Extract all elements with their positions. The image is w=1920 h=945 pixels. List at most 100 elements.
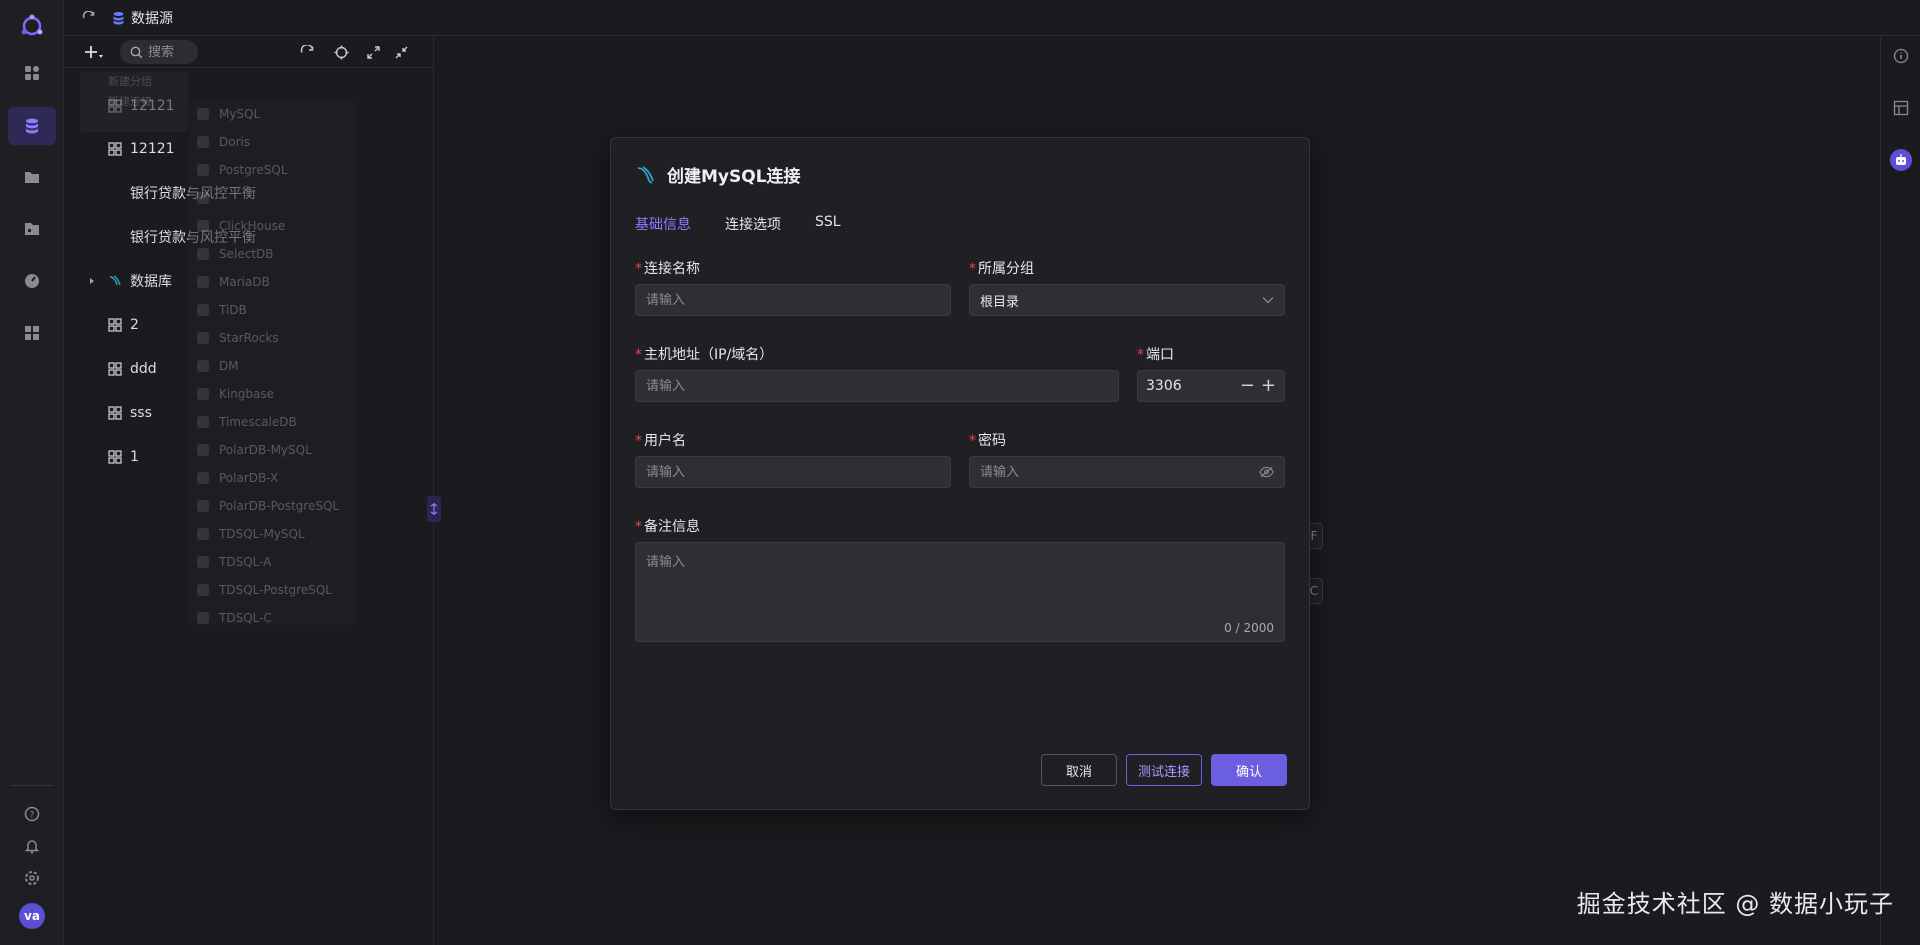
port-increment-button[interactable]: + (1261, 377, 1276, 395)
tree-node-label: 12121 (130, 141, 175, 157)
watermark: 掘金技术社区 @ 数据小玩子 (1576, 890, 1894, 918)
tab-basic-info[interactable]: 基础信息 (635, 214, 691, 234)
dialog-title: 创建MySQL连接 (635, 162, 801, 187)
username-label: * 用户名 (635, 433, 686, 449)
add-icon[interactable] (82, 42, 106, 62)
host-input[interactable] (646, 378, 1108, 394)
right-rail (1880, 36, 1920, 945)
ghost-list-item: TiDB (189, 296, 355, 324)
group-select[interactable]: 根目录 (969, 284, 1285, 316)
dashboard-icon[interactable] (17, 266, 47, 296)
chevron-down-icon (1262, 297, 1274, 304)
app-root: ? va 数据源 搜索 12121 数据库 2 ddd sss 1 新建分组 新… (0, 0, 1920, 945)
settings-icon[interactable] (17, 863, 47, 893)
refresh-icon[interactable] (297, 42, 317, 62)
port-decrement-button[interactable]: − (1240, 377, 1255, 395)
apps-icon[interactable] (17, 318, 47, 348)
ghost-list-item: PolarDB-MySQL (189, 436, 355, 464)
bell-icon[interactable] (17, 831, 47, 861)
ghost-menu-item: 新建分组 (108, 75, 152, 88)
info-icon[interactable] (1891, 46, 1911, 66)
create-connection-dialog: 创建MySQL连接 基础信息 连接选项 SSL *连接名称 *所属分组 根目录 … (610, 137, 1310, 810)
tree-node-label: 1 (130, 449, 139, 465)
ghost-list-item (189, 184, 355, 212)
connection-name-label: * 连接名称 (635, 261, 700, 277)
username-field[interactable] (635, 456, 951, 488)
search-icon (130, 46, 143, 58)
remark-field[interactable]: 0 / 2000 (635, 542, 1285, 642)
layout-icon[interactable] (1891, 98, 1911, 118)
group-label: * 所属分组 (969, 261, 1034, 277)
password-field[interactable] (969, 456, 1285, 488)
ghost-add-menu: 新建分组 新建连接 (80, 72, 188, 132)
ghost-db-type-list: MySQL Doris PostgreSQL ClickHouse Select… (189, 100, 355, 625)
tree-node-label: sss (130, 405, 152, 421)
search-input[interactable] (148, 44, 194, 60)
ghost-list-item: StarRocks (189, 324, 355, 352)
tab-connection-options[interactable]: 连接选项 (725, 214, 781, 234)
dialog-tabs: 基础信息 连接选项 SSL (635, 214, 841, 234)
ghost-list-item: ClickHouse (189, 212, 355, 240)
left-rail: ? va (0, 0, 64, 945)
ghost-list-item: TDSQL-MySQL (189, 520, 355, 548)
tree-node-label: 数据库 (130, 274, 172, 290)
locate-icon[interactable] (331, 42, 351, 62)
ghost-menu-item: 新建连接 (108, 95, 152, 108)
mysql-icon (109, 275, 121, 286)
collapse-icon[interactable] (391, 42, 411, 62)
ghost-list-item: Kingbase (189, 380, 355, 408)
file-icon[interactable] (17, 214, 47, 244)
cancel-button[interactable]: 取消 (1041, 754, 1117, 786)
group-icon (108, 450, 122, 464)
ghost-list-item: TDSQL-A (189, 548, 355, 576)
tree-node-label: ddd (130, 361, 157, 377)
rail-divider (10, 785, 54, 786)
port-value[interactable]: 3306 (1146, 378, 1240, 394)
ghost-list-item: TimescaleDB (189, 408, 355, 436)
avatar[interactable]: va (19, 903, 45, 929)
caret-right-icon[interactable] (88, 277, 96, 285)
connection-name-field[interactable] (635, 284, 951, 316)
ghost-list-item: PolarDB-X (189, 464, 355, 492)
test-connection-button[interactable]: 测试连接 (1126, 754, 1202, 786)
database-icon (113, 11, 124, 24)
host-label: * 主机地址（IP/域名） (635, 347, 774, 363)
ghost-list-item: SelectDB (189, 240, 355, 268)
svg-text:?: ? (30, 811, 35, 821)
host-field[interactable] (635, 370, 1119, 402)
ghost-list-item: DM (189, 352, 355, 380)
tree-toolbar (64, 36, 434, 68)
eye-off-icon[interactable] (1259, 466, 1274, 478)
ghost-list-item: PolarDB-PostgreSQL (189, 492, 355, 520)
expand-icon[interactable] (363, 42, 383, 62)
username-input[interactable] (646, 464, 940, 480)
port-label: * 端口 (1137, 347, 1174, 363)
ghost-list-item: TDSQL-PostgreSQL (189, 576, 355, 604)
connection-name-input[interactable] (646, 292, 940, 308)
database-icon[interactable] (8, 107, 56, 145)
ghost-list-item: Doris (189, 128, 355, 156)
panel-resize-handle[interactable] (427, 496, 441, 522)
remark-char-count: 0 / 2000 (1224, 621, 1274, 635)
refresh-icon[interactable] (80, 9, 98, 27)
ghost-list-item: TDSQL-C (189, 604, 355, 625)
app-logo-icon[interactable] (18, 12, 46, 40)
breadcrumb: 数据源 (112, 8, 173, 28)
folder-icon[interactable] (17, 162, 47, 192)
grid-icon[interactable] (17, 58, 47, 88)
group-icon (108, 362, 122, 376)
confirm-button[interactable]: 确认 (1211, 754, 1287, 786)
group-select-value: 根目录 (980, 294, 1020, 310)
group-icon (108, 142, 122, 156)
password-input[interactable] (980, 464, 1259, 480)
remark-textarea[interactable] (646, 551, 1274, 611)
password-label: * 密码 (969, 433, 1006, 449)
help-icon[interactable]: ? (17, 799, 47, 829)
port-stepper[interactable]: 3306 − + (1137, 370, 1285, 402)
tab-ssl[interactable]: SSL (815, 214, 841, 234)
search-box[interactable] (120, 40, 198, 64)
remark-label: * 备注信息 (635, 519, 700, 535)
top-bar: 数据源 (64, 0, 1920, 36)
assistant-bot-icon[interactable] (1890, 149, 1912, 171)
tree-node-label: 2 (130, 317, 139, 333)
